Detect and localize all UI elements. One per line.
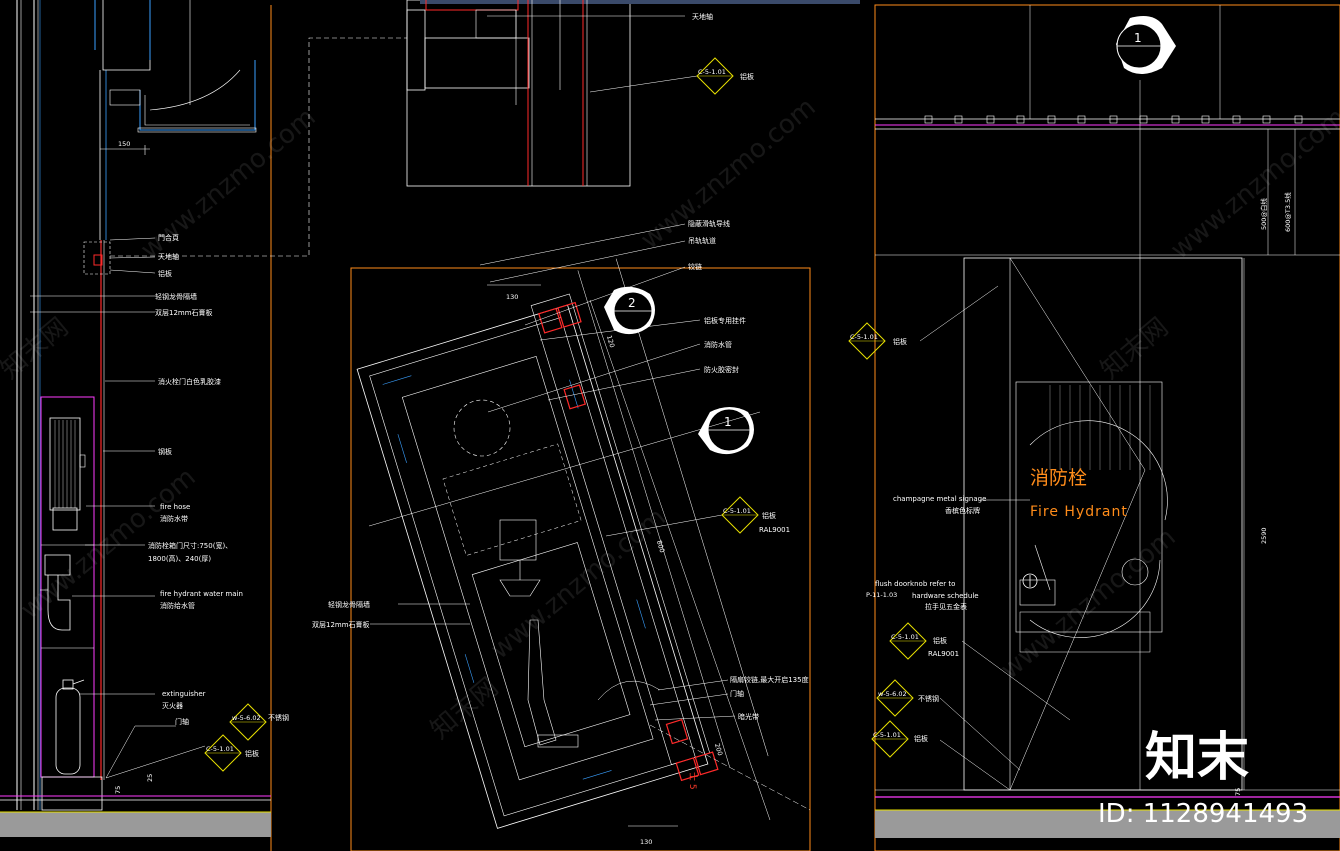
svg-text:C-5-1.01: C-5-1.01 xyxy=(698,68,726,76)
label-steel-frame: 轻钢龙骨隔墙 xyxy=(155,292,197,301)
dim-width-130: 130 xyxy=(506,293,518,301)
label-fire-pipe: 消防水管 xyxy=(704,340,732,349)
label-aluminum-right-bottom: 铝板 xyxy=(914,734,928,743)
top-detail: 天地轴 C-5-1.01 铝板 xyxy=(406,0,860,187)
svg-text:知末网: 知末网 xyxy=(0,312,74,385)
ref-tag-c-right-mid: C-5-1.01 xyxy=(889,622,927,660)
label-steel: 钢板 xyxy=(158,447,172,456)
label-gypsum-center: 双层12mm石膏板 xyxy=(312,620,370,629)
dim-150: 150 xyxy=(118,140,130,148)
cad-drawing: 150 門合頁 天地轴 铝板 轻钢龙骨隔墙 双层12mm石膏板 消火栓门白色乳胶… xyxy=(0,0,1340,851)
right-elevation: 1 500@白线 600@T3.5线 2590 消防栓 Fire Hydrant… xyxy=(848,4,1340,851)
left-section: 150 門合頁 天地轴 铝板 轻钢龙骨隔墙 双层12mm石膏板 消火栓门白色乳胶… xyxy=(0,0,407,851)
dim-120: 120 xyxy=(605,334,616,348)
label-extinguisher-en: extinguisher xyxy=(162,690,206,698)
label-aluminum-right-top: 铝板 xyxy=(893,337,907,346)
label-aluminum-right-mid: 铝板 xyxy=(933,636,947,645)
dim-500: 500@白线 xyxy=(1259,198,1268,230)
label-water-main-en: fire hydrant water main xyxy=(160,590,243,598)
ref-tag-w-right: w-5-6.02 xyxy=(876,679,914,717)
label-ceiling-line-top: 天地轴 xyxy=(692,12,713,21)
svg-text:w-5-6.02: w-5-6.02 xyxy=(232,714,261,722)
svg-text:知末网: 知末网 xyxy=(425,672,504,745)
dim-bottom-130: 130 xyxy=(640,838,652,846)
label-signage-en: champagne metal signage xyxy=(893,495,986,503)
dim-2590: 2590 xyxy=(1260,527,1268,544)
svg-text:www.znzmo.com: www.znzmo.com xyxy=(635,92,821,255)
label-ral-center: RAL9001 xyxy=(759,526,790,534)
watermark-diagonal: www.znzmo.com www.znzmo.com www.znzmo.co… xyxy=(0,92,1340,745)
ref-tag-w-left: w-5-6.02 xyxy=(229,703,267,741)
svg-text:www.znzmo.com: www.znzmo.com xyxy=(485,502,671,665)
label-suspended-track: 吊轨轨道 xyxy=(688,236,716,245)
svg-text:2: 2 xyxy=(628,296,636,310)
hydrant-plan-icon xyxy=(499,519,541,597)
label-signage-cn: 香槟色标牌 xyxy=(945,506,980,515)
ref-tag-c-right-top: C-5-1.01 xyxy=(848,322,886,360)
label-door-axis: 门轴 xyxy=(175,717,189,726)
svg-text:C-5-1.01: C-5-1.01 xyxy=(206,745,234,753)
svg-text:www.znzmo.com: www.znzmo.com xyxy=(1165,102,1340,265)
label-aluminum-special: 铝板专用挂件 xyxy=(704,316,746,325)
label-water-main-cn: 消防给水管 xyxy=(160,601,195,610)
dim-600: 600@T3.5线 xyxy=(1283,192,1292,232)
label-stainless-left: 不锈钢 xyxy=(268,713,289,722)
label-ral-right: RAL9001 xyxy=(928,650,959,658)
watermark-id: ID: 1128941493 xyxy=(1098,799,1308,829)
label-stainless-right: 不锈钢 xyxy=(918,694,939,703)
ref-tag-c-top: C-5-1.01 xyxy=(696,57,734,95)
watermark-brand: 知末 xyxy=(1145,728,1249,788)
section-marker-1-center: 1 xyxy=(698,407,754,455)
dim-800: 800 xyxy=(655,539,666,553)
section-marker-1-right: 1 xyxy=(1116,16,1176,74)
ref-p-right: P-11-1.03 xyxy=(866,591,897,599)
label-aluminum-top: 铝板 xyxy=(740,72,754,81)
svg-text:w-5-6.02: w-5-6.02 xyxy=(878,690,907,698)
label-doorknob-2: hardware schedule xyxy=(912,592,979,600)
ref-tag-c-right-bottom: C-5-1.01 xyxy=(871,720,909,758)
label-doorknob-1: flush doorknob refer to xyxy=(875,580,955,588)
ref-tag-c-left: C-5-1.01 xyxy=(204,734,242,772)
label-extinguisher-cn: 灭火器 xyxy=(162,702,183,710)
doorknob-icon xyxy=(1022,573,1038,589)
label-fire-door-skin: 消火栓门白色乳胶漆 xyxy=(158,377,221,386)
signage-en: Fire Hydrant xyxy=(1030,504,1128,520)
section-marker-2: 2 xyxy=(604,286,655,335)
label-aluminum-left: 铝板 xyxy=(245,749,259,758)
svg-text:www.znzmo.com: www.znzmo.com xyxy=(135,102,321,265)
dim-base-25: 25 xyxy=(146,774,154,782)
label-stone: 铝板 xyxy=(158,269,172,278)
svg-text:知末网: 知末网 xyxy=(1095,312,1174,385)
label-cabinet-size-1: 消防栓箱门尺寸:750(宽)、 xyxy=(148,541,232,550)
center-plan: 130 120 800 200 130 隐蔽滑轨导线 吊轨轨道 铰链 铝板专用挂… xyxy=(312,219,811,851)
label-door-axis-center: 门轴 xyxy=(730,689,744,698)
label-fire-mark: 士 5 xyxy=(687,772,699,790)
dim-right-75: 75 xyxy=(1234,788,1242,796)
ref-tag-c-center: C-5-1.01 xyxy=(721,496,759,534)
label-gypsum: 双层12mm石膏板 xyxy=(155,308,213,317)
svg-text:C-5-1.01: C-5-1.01 xyxy=(850,333,878,341)
label-cabinet-size-2: 1800(高)、240(厚) xyxy=(148,554,211,563)
label-dark-seal: 暗光带 xyxy=(738,712,759,721)
svg-text:www.znzmo.com: www.znzmo.com xyxy=(995,522,1181,685)
dim-200: 200 xyxy=(713,742,724,756)
svg-text:C-5-1.01: C-5-1.01 xyxy=(873,731,901,739)
svg-text:C-5-1.01: C-5-1.01 xyxy=(891,633,919,641)
fire-hose-icon xyxy=(49,417,86,531)
label-steel-frame-center: 轻钢龙骨隔墙 xyxy=(328,600,370,609)
label-aluminum-center: 铝板 xyxy=(762,511,776,520)
dim-base-75: 75 xyxy=(114,786,122,794)
label-doorknob-cn: 拉手见五金表 xyxy=(925,602,967,611)
signage-cn: 消防栓 xyxy=(1030,467,1087,489)
svg-text:C-5-1.01: C-5-1.01 xyxy=(723,507,751,515)
label-door-open-angle: 隔扇铰链,最大开启135度 xyxy=(730,675,809,684)
label-fire-seal: 防火胶密封 xyxy=(704,365,739,374)
label-hinge-center: 铰链 xyxy=(688,262,702,271)
extinguisher-icon xyxy=(55,679,85,775)
svg-text:1: 1 xyxy=(1134,31,1142,45)
